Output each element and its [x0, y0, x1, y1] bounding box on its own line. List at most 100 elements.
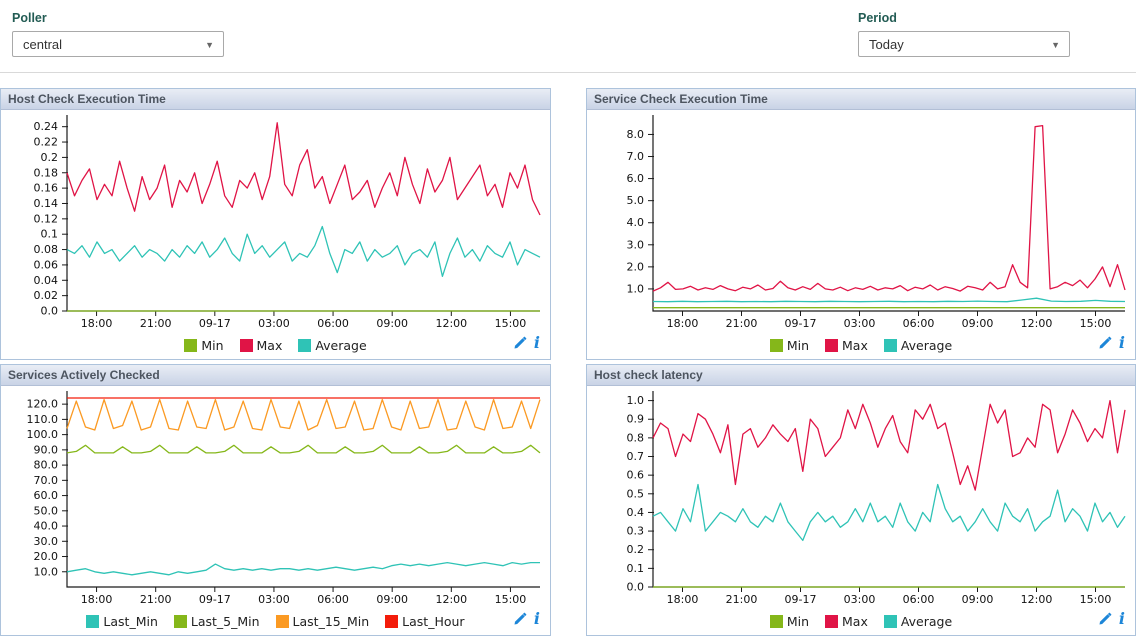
chart-legend: Min Max Average: [762, 614, 960, 629]
graph-info-icon[interactable]: i: [1119, 612, 1125, 626]
legend-swatch: [385, 615, 398, 628]
legend-label: Max: [257, 338, 283, 353]
legend-swatch: [770, 615, 783, 628]
panel-host-check-execution-time: Host Check Execution Time 0.240.220.20.1…: [0, 88, 551, 360]
panel-title: Services Actively Checked: [1, 365, 550, 386]
svg-text:80.0: 80.0: [34, 459, 59, 472]
legend-label: Average: [901, 614, 952, 629]
legend-label: Last_15_Min: [293, 614, 370, 629]
chart-legend: Min Max Average: [176, 338, 374, 353]
legend-label: Average: [315, 338, 366, 353]
poller-select-value: central: [23, 37, 62, 52]
svg-text:09-17: 09-17: [199, 317, 231, 330]
legend-swatch: [825, 339, 838, 352]
svg-text:18:00: 18:00: [667, 593, 699, 606]
svg-text:0.3: 0.3: [627, 525, 645, 538]
edit-graph-pencil-icon[interactable]: [513, 336, 527, 350]
svg-text:0.0: 0.0: [41, 305, 59, 318]
graph-info-icon[interactable]: i: [534, 336, 540, 350]
edit-graph-pencil-icon[interactable]: [513, 612, 527, 626]
svg-text:2.0: 2.0: [627, 260, 645, 273]
legend-label: Last_Hour: [402, 614, 464, 629]
legend-swatch: [298, 339, 311, 352]
svg-text:0.24: 0.24: [34, 120, 59, 133]
svg-text:0.6: 0.6: [627, 469, 645, 482]
svg-text:4.0: 4.0: [627, 216, 645, 229]
legend-item: Average: [884, 614, 952, 629]
svg-text:60.0: 60.0: [34, 489, 59, 502]
legend-swatch: [884, 339, 897, 352]
svg-text:0.2: 0.2: [627, 543, 645, 556]
legend-swatch: [884, 615, 897, 628]
legend-item: Max: [825, 614, 868, 629]
legend-item: Max: [825, 338, 868, 353]
svg-text:12:00: 12:00: [435, 593, 467, 606]
svg-text:0.1: 0.1: [627, 562, 645, 575]
graph-info-icon[interactable]: i: [534, 612, 540, 626]
panel-footer: Min Max Average i: [587, 608, 1135, 635]
svg-text:0.9: 0.9: [627, 413, 645, 426]
period-label: Period: [858, 11, 1070, 25]
svg-text:09-17: 09-17: [199, 593, 231, 606]
svg-text:10.0: 10.0: [34, 565, 59, 578]
legend-label: Max: [842, 338, 868, 353]
svg-text:40.0: 40.0: [34, 520, 59, 533]
svg-text:09:00: 09:00: [962, 593, 994, 606]
svg-text:03:00: 03:00: [844, 593, 876, 606]
graph-info-icon[interactable]: i: [1119, 336, 1125, 350]
svg-text:21:00: 21:00: [726, 317, 758, 330]
filter-bar: Poller central ▼ Period Today ▼: [0, 0, 1136, 73]
svg-text:18:00: 18:00: [81, 317, 113, 330]
chevron-down-icon: ▼: [205, 32, 214, 58]
panel-title: Host Check Execution Time: [1, 89, 550, 110]
chart-canvas-host-check-execution-time: 0.240.220.20.180.160.140.120.10.080.060.…: [1, 110, 550, 332]
svg-text:12:00: 12:00: [1021, 317, 1053, 330]
svg-text:0.04: 0.04: [34, 274, 59, 287]
svg-text:8.0: 8.0: [627, 128, 645, 141]
svg-text:09-17: 09-17: [785, 593, 817, 606]
svg-text:18:00: 18:00: [667, 317, 699, 330]
edit-graph-pencil-icon[interactable]: [1098, 336, 1112, 350]
svg-text:30.0: 30.0: [34, 535, 59, 548]
svg-text:20.0: 20.0: [34, 550, 59, 563]
svg-text:0.5: 0.5: [627, 487, 645, 500]
svg-text:18:00: 18:00: [81, 593, 113, 606]
svg-text:1.0: 1.0: [627, 282, 645, 295]
period-select[interactable]: Today ▼: [858, 31, 1070, 57]
svg-text:09-17: 09-17: [785, 317, 817, 330]
legend-label: Min: [787, 338, 809, 353]
svg-text:3.0: 3.0: [627, 238, 645, 251]
svg-text:100.0: 100.0: [27, 428, 59, 441]
panel-title: Service Check Execution Time: [587, 89, 1135, 110]
legend-label: Min: [787, 614, 809, 629]
legend-item: Last_Hour: [385, 614, 464, 629]
chevron-down-icon: ▼: [1051, 32, 1060, 58]
legend-item: Max: [240, 338, 283, 353]
legend-swatch: [184, 339, 197, 352]
panel-service-check-execution-time: Service Check Execution Time 8.07.06.05.…: [586, 88, 1136, 360]
edit-graph-pencil-icon[interactable]: [1098, 612, 1112, 626]
legend-item: Last_5_Min: [174, 614, 260, 629]
svg-text:09:00: 09:00: [962, 317, 994, 330]
legend-item: Min: [184, 338, 223, 353]
legend-swatch: [240, 339, 253, 352]
svg-text:120.0: 120.0: [27, 398, 59, 411]
svg-text:50.0: 50.0: [34, 504, 59, 517]
svg-text:0.1: 0.1: [41, 228, 59, 241]
svg-text:21:00: 21:00: [726, 593, 758, 606]
poller-label: Poller: [12, 11, 224, 25]
legend-label: Min: [201, 338, 223, 353]
svg-text:70.0: 70.0: [34, 474, 59, 487]
poller-select[interactable]: central ▼: [12, 31, 224, 57]
svg-text:0.8: 0.8: [627, 431, 645, 444]
svg-text:0.2: 0.2: [41, 151, 59, 164]
svg-text:0.14: 0.14: [34, 197, 59, 210]
svg-text:110.0: 110.0: [27, 413, 59, 426]
svg-text:06:00: 06:00: [317, 317, 349, 330]
svg-text:15:00: 15:00: [1080, 317, 1112, 330]
legend-item: Min: [770, 338, 809, 353]
legend-label: Last_5_Min: [191, 614, 260, 629]
svg-text:0.06: 0.06: [34, 258, 59, 271]
chart-legend: MinMaxAverage: [762, 338, 960, 353]
svg-text:15:00: 15:00: [495, 593, 527, 606]
